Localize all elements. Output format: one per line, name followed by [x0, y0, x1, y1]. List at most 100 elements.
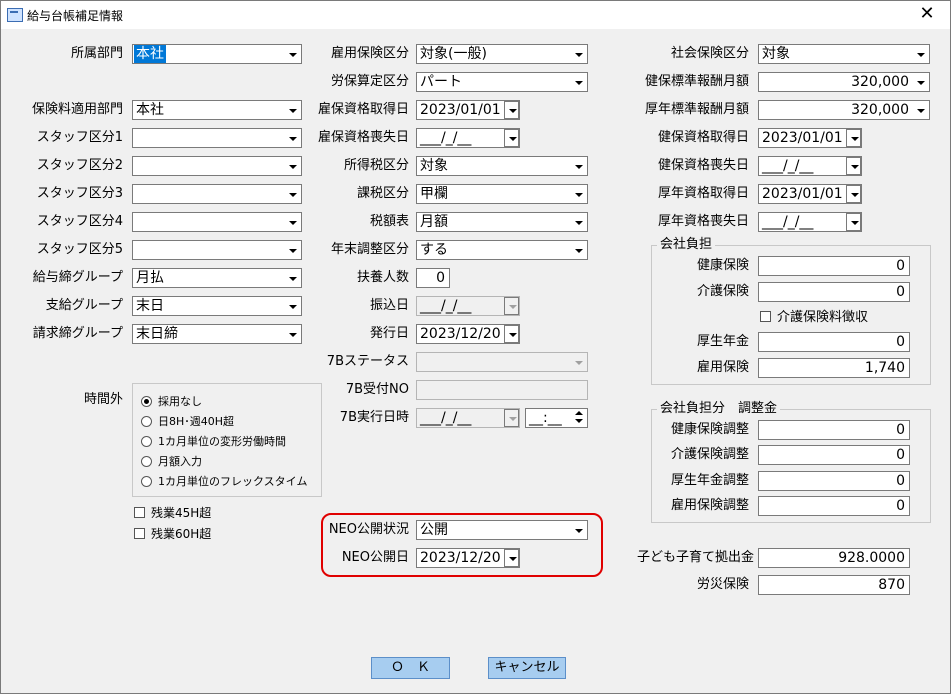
chevron-down-icon[interactable] [571, 74, 586, 90]
childcare-input[interactable]: 928.0000 [758, 548, 910, 568]
calendar-dropdown-icon[interactable] [504, 101, 519, 119]
7b-receipt-no-input[interactable] [416, 380, 588, 400]
radio-overtime-8h40h[interactable]: 日8H･週40H超 [141, 413, 234, 431]
label-health-std-monthly: 健保標準報酬月額 [644, 74, 749, 89]
burden-pension-input[interactable]: 0 [758, 332, 910, 352]
calendar-dropdown-icon[interactable] [846, 213, 861, 231]
chevron-down-icon[interactable] [285, 130, 300, 146]
calendar-dropdown-icon[interactable] [504, 325, 519, 343]
health-lost-date[interactable]: ___/_/__ [758, 156, 862, 176]
staff3-select[interactable] [132, 184, 302, 204]
spinner-icon[interactable] [572, 409, 587, 427]
chevron-down-icon[interactable] [571, 354, 586, 370]
chevron-down-icon[interactable] [913, 46, 928, 62]
year-end-select[interactable]: する [416, 240, 588, 260]
social-ins-select[interactable]: 対象 [758, 44, 930, 64]
emp-ins-lost-date[interactable]: ___/_/__ [416, 128, 520, 148]
calendar-dropdown-icon[interactable] [504, 549, 519, 567]
calendar-dropdown-icon[interactable] [504, 129, 519, 147]
dependents-value: 0 [436, 270, 445, 286]
chevron-down-icon[interactable] [571, 242, 586, 258]
dependents-input[interactable]: 0 [416, 268, 450, 288]
check-care-ins-collect[interactable]: 介護保険料徴収 [760, 309, 868, 327]
chevron-down-icon[interactable] [571, 158, 586, 174]
insurance-dept-select[interactable]: 本社 [132, 100, 302, 120]
neo-date[interactable]: 2023/12/20 [416, 548, 520, 568]
health-std-monthly-select[interactable]: 320,000 [758, 72, 930, 92]
ok-button[interactable]: Ｏ Ｋ [371, 657, 450, 679]
staff4-select[interactable] [132, 212, 302, 232]
adjust-health-input[interactable]: 0 [758, 420, 910, 440]
billing-group-select[interactable]: 末日締 [132, 324, 302, 344]
pension-acquired-date[interactable]: 2023/01/01 [758, 184, 862, 204]
7b-status-select[interactable] [416, 352, 588, 372]
neo-status-select[interactable]: 公開 [416, 520, 588, 540]
employment-ins-select[interactable]: 対象(一般) [416, 44, 588, 64]
adjust-care-input[interactable]: 0 [758, 445, 910, 465]
health-acquired-date[interactable]: 2023/01/01 [758, 128, 862, 148]
pension-lost-date[interactable]: ___/_/__ [758, 212, 862, 232]
transfer-date[interactable]: ___/_/__ [416, 296, 520, 316]
cancel-button[interactable]: キャンセル [488, 657, 566, 679]
labor-ins-calc-select[interactable]: パート [416, 72, 588, 92]
radio-overtime-flex[interactable]: 1カ月単位のフレックスタイム [141, 473, 307, 491]
chevron-down-icon[interactable] [285, 214, 300, 230]
chevron-down-icon[interactable] [285, 102, 300, 118]
7b-exec-date[interactable]: ___/_/__ [416, 408, 520, 428]
calendar-dropdown-icon[interactable] [846, 129, 861, 147]
staff2-select[interactable] [132, 156, 302, 176]
emp-ins-acquired-date[interactable]: 2023/01/01 [416, 100, 520, 120]
pay-group-select[interactable]: 末日 [132, 296, 302, 316]
close-icon[interactable]: ✕ [912, 3, 942, 25]
label-pay-group: 支給グループ [45, 298, 123, 313]
chevron-down-icon[interactable] [571, 522, 586, 538]
dept-value: 本社 [134, 45, 166, 63]
staff5-select[interactable] [132, 240, 302, 260]
burden-health-input[interactable]: 0 [758, 256, 910, 276]
adjust-employment-input[interactable]: 0 [758, 496, 910, 516]
chevron-down-icon[interactable] [285, 242, 300, 258]
pension-std-monthly-select[interactable]: 320,000 [758, 100, 930, 120]
tax-table-select[interactable]: 月額 [416, 212, 588, 232]
chevron-down-icon[interactable] [285, 326, 300, 342]
chevron-down-icon[interactable] [913, 74, 928, 90]
title-bar: 給与台帳補足情報 ✕ [1, 1, 950, 29]
label-adjust-health: 健康保険調整 [670, 422, 749, 437]
calendar-dropdown-icon[interactable] [504, 409, 519, 427]
chevron-down-icon[interactable] [285, 158, 300, 174]
adjust-pension-input[interactable]: 0 [758, 471, 910, 491]
radio-overtime-none[interactable]: 採用なし [141, 393, 202, 411]
calendar-dropdown-icon[interactable] [846, 157, 861, 175]
chevron-down-icon[interactable] [285, 298, 300, 314]
company-burden-title: 会社負担 [657, 237, 716, 253]
check-overtime-60h[interactable]: 残業60H超 [134, 525, 211, 543]
label-burden-care: 介護保険 [696, 284, 749, 299]
radio-overtime-variable[interactable]: 1カ月単位の変形労働時間 [141, 433, 286, 451]
workers-comp-input[interactable]: 870 [758, 575, 910, 595]
chevron-down-icon[interactable] [571, 186, 586, 202]
tax-category-select[interactable]: 甲欄 [416, 184, 588, 204]
calendar-dropdown-icon[interactable] [504, 297, 519, 315]
radio-overtime-monthly[interactable]: 月額入力 [141, 453, 202, 471]
chevron-down-icon[interactable] [285, 270, 300, 286]
check-overtime-45h[interactable]: 残業45H超 [134, 504, 211, 522]
issue-date[interactable]: 2023/12/20 [416, 324, 520, 344]
staff1-select[interactable] [132, 128, 302, 148]
chevron-down-icon[interactable] [285, 186, 300, 202]
radio-label: 1カ月単位のフレックスタイム [158, 475, 308, 488]
chevron-down-icon[interactable] [571, 214, 586, 230]
pay-close-group-select[interactable]: 月払 [132, 268, 302, 288]
7b-exec-time[interactable]: __:__ [525, 408, 588, 428]
checkbox-icon [760, 311, 771, 322]
label-staff3: スタッフ区分3 [36, 186, 123, 201]
chevron-down-icon[interactable] [571, 46, 586, 62]
burden-employment-input[interactable]: 1,740 [758, 358, 910, 378]
income-tax-select[interactable]: 対象 [416, 156, 588, 176]
label-pension-acquired: 厚年資格取得日 [657, 186, 749, 201]
dept-select[interactable]: 本社 [132, 44, 302, 64]
burden-care-input[interactable]: 0 [758, 282, 910, 302]
label-neo-date: NEO公開日 [341, 550, 409, 565]
chevron-down-icon[interactable] [913, 102, 928, 118]
calendar-dropdown-icon[interactable] [846, 185, 861, 203]
chevron-down-icon[interactable] [285, 46, 300, 62]
